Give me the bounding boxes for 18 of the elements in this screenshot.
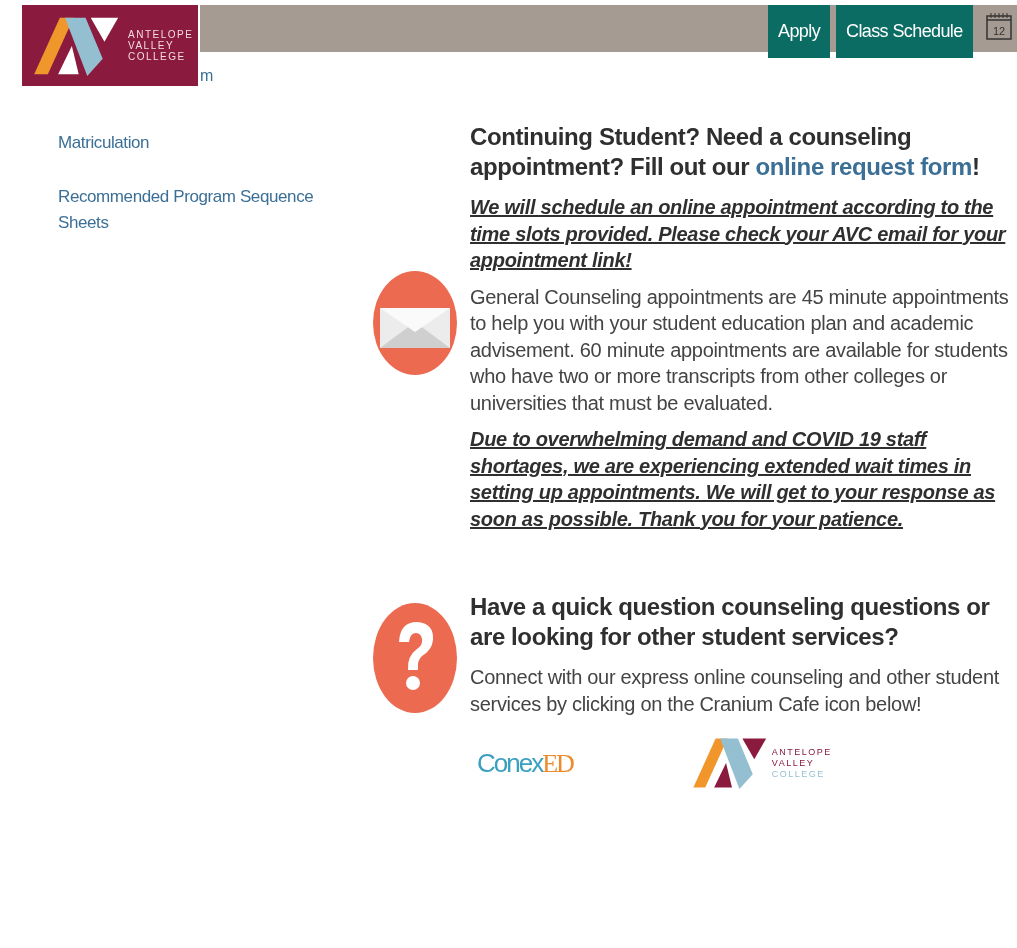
paragraph: General Counseling appointments are 45 minute appointments to help you with your student education plan and academic advisement. 60 minute appointments are available for students who have two or more transcripts from other colleges or universities that must be evaluated.	[470, 284, 1009, 416]
request-form-link[interactable]: online request form	[755, 153, 972, 180]
sidebar-link[interactable]: Matriculation	[58, 130, 328, 156]
college-logo[interactable]: ANTELOPE VALLEY COLLEGE	[22, 5, 198, 86]
notice-text: We will schedule an online appointment according to the time slots provided. Please check your AVC email for your appointment link!	[470, 195, 1008, 273]
paragraph: Connect with our express online counseling and other student services by clicking on the Cranium Cafe icon below!	[470, 665, 1000, 717]
college-logo[interactable]: ANTELOPE VALLEY COLLEGE	[692, 737, 832, 789]
sidebar-link[interactable]: Recommended Program Sequence Sheets	[58, 184, 328, 236]
section-heading: Continuing Student? Need a counseling appointment? Fill out our online request form!	[470, 122, 981, 182]
notice-text: Due to overwhelming demand and COVID 19 staff shortages, we are experiencing extended wait times in setting up appointments. We will get to your response as soon as possible. Thank you for your patience.	[470, 427, 997, 532]
nav-link[interactable]: m	[200, 64, 214, 88]
header-button[interactable]: Apply	[768, 5, 831, 58]
section-heading: Have a quick question counseling questions or are looking for other student services?	[470, 592, 991, 652]
conexed-logo[interactable]: ConexED	[477, 743, 573, 783]
question-icon	[372, 602, 458, 714]
envelope-icon	[372, 270, 458, 376]
calendar-icon[interactable]: 12	[986, 12, 1012, 40]
header-button[interactable]: Class Schedule	[836, 5, 973, 58]
